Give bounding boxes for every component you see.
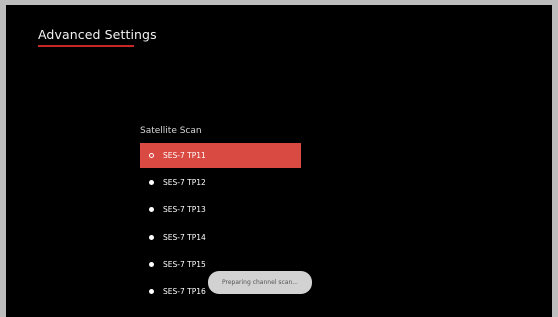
scan-item-tp11[interactable]: SES-7 TP11 (140, 143, 301, 168)
scan-item-label: SES-7 TP16 (163, 286, 206, 296)
scan-item-tp12[interactable]: SES-7 TP12 (140, 170, 301, 195)
page-title: Advanced Settings (38, 27, 157, 42)
radio-icon (149, 153, 154, 158)
scan-item-tp13[interactable]: SES-7 TP13 (140, 197, 301, 222)
scan-item-label: SES-7 TP15 (163, 259, 206, 269)
radio-icon (149, 180, 154, 186)
scan-item-tp14[interactable]: SES-7 TP14 (140, 225, 301, 250)
section-label: Satellite Scan (140, 126, 202, 136)
radio-icon (149, 288, 154, 294)
title-underline (38, 45, 134, 47)
radio-icon (149, 207, 154, 213)
radio-icon (149, 261, 154, 267)
scan-item-label: SES-7 TP14 (163, 232, 206, 242)
scan-item-label: SES-7 TP13 (163, 205, 206, 215)
scan-item-label: SES-7 TP11 (163, 151, 206, 160)
tv-screen: Advanced Settings Satellite Scan SES-7 T… (6, 5, 552, 317)
radio-icon (149, 234, 154, 240)
scan-item-label: SES-7 TP12 (163, 178, 206, 188)
toast-message: Preparing channel scan... (208, 271, 312, 294)
